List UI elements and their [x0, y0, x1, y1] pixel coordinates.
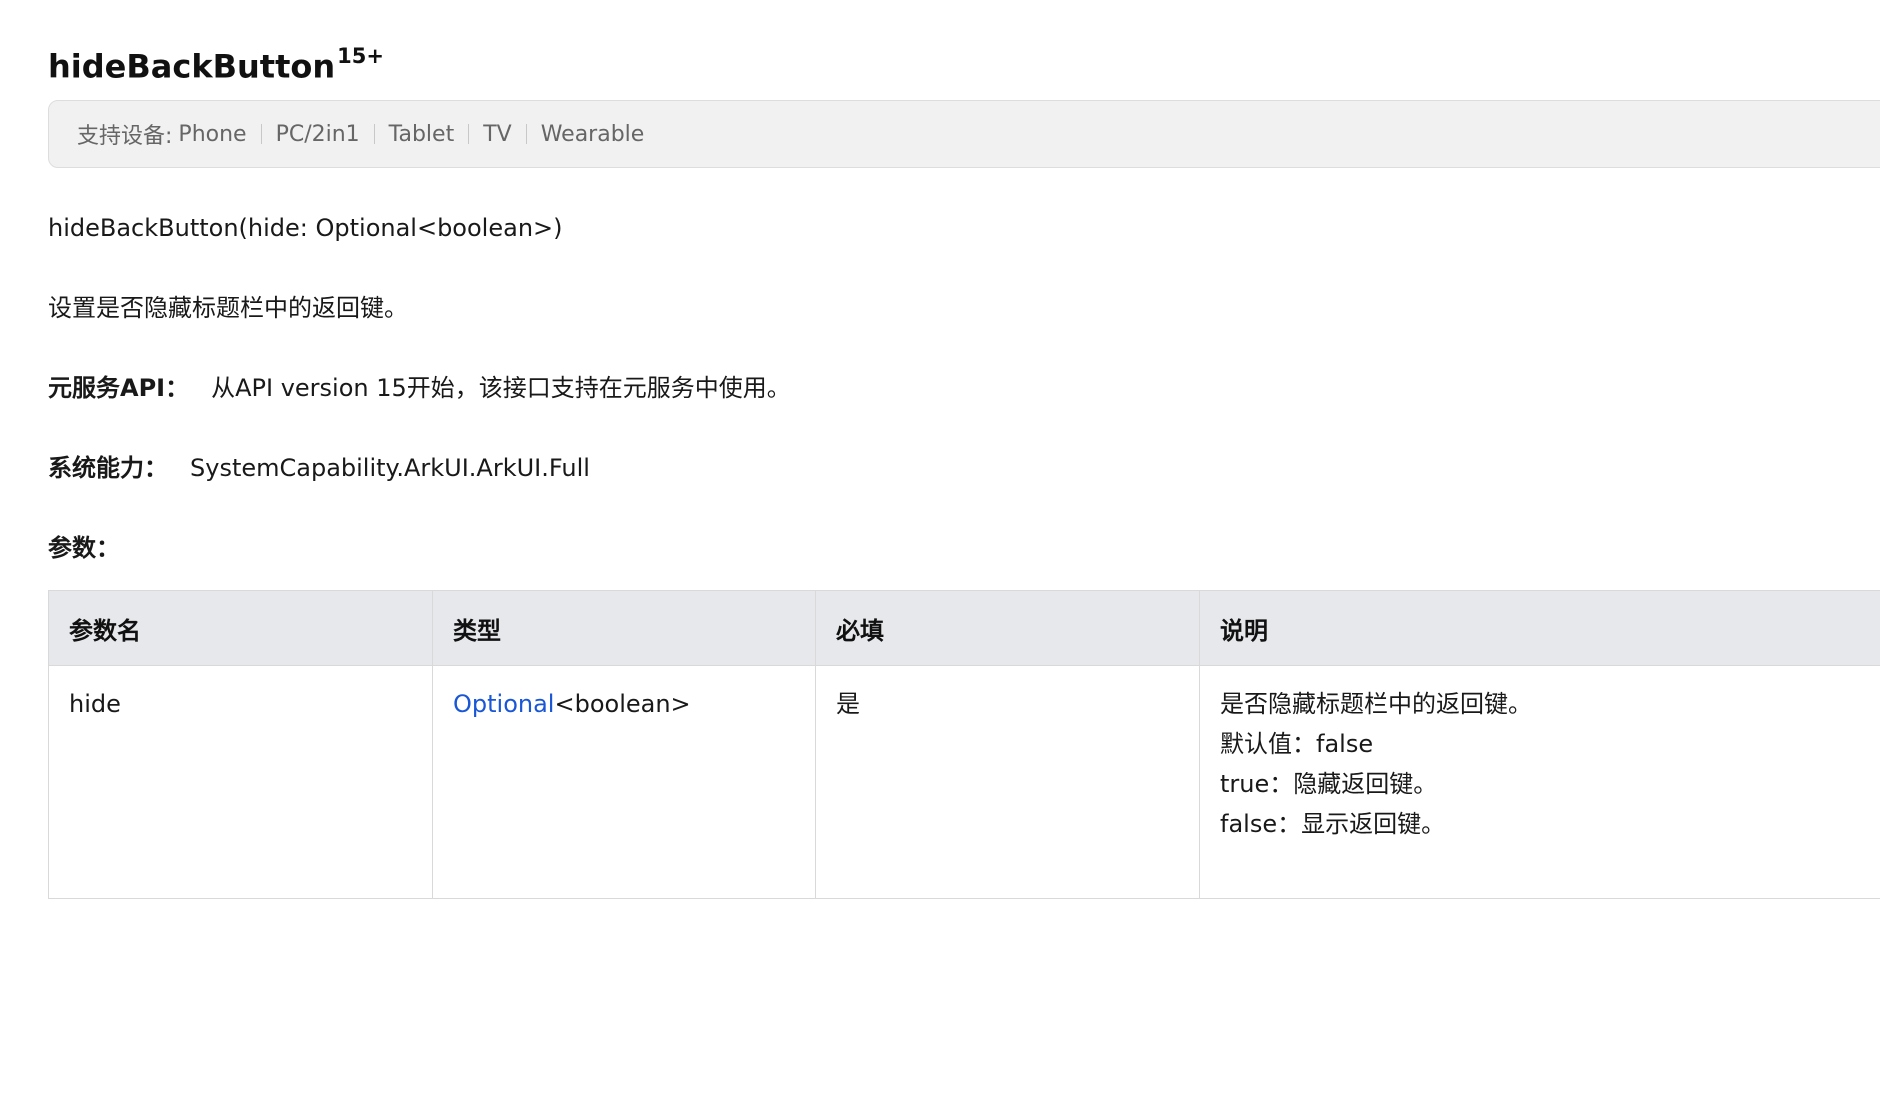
params-heading: 参数： — [48, 534, 120, 562]
devices-label: 支持设备: — [77, 124, 173, 149]
device-pc: PC/2in1 — [275, 121, 360, 147]
device-phone: Phone — [178, 121, 247, 147]
api-description: 设置是否隐藏标题栏中的返回键。 — [48, 294, 408, 322]
param-type-cell: Optional<boolean> — [432, 665, 816, 899]
table-header-row: 参数名 类型 必填 说明 — [48, 590, 1880, 666]
device-tablet: Tablet — [388, 121, 455, 147]
param-required-cell: 是 — [815, 665, 1200, 899]
atomic-service-value: 从API version 15开始，该接口支持在元服务中使用。 — [211, 374, 791, 402]
atomic-service-info: 元服务API： 从API version 15开始，该接口支持在元服务中使用。 — [48, 370, 791, 406]
api-name: hideBackButton — [48, 47, 336, 86]
header-description: 说明 — [1199, 590, 1880, 666]
param-description-cell: 是否隐藏标题栏中的返回键。 默认值：false true：隐藏返回键。 fals… — [1199, 665, 1880, 899]
api-signature: hideBackButton(hide: Optional<boolean>) — [48, 214, 563, 242]
param-true-line: true：隐藏返回键。 — [1220, 770, 1438, 798]
params-table: 参数名 类型 必填 说明 hide Optional<boolean> 是 是否… — [48, 590, 1880, 899]
param-false-line: false：显示返回键。 — [1220, 810, 1446, 838]
system-capability-label: 系统能力： — [48, 454, 168, 482]
type-generic-param: <boolean> — [554, 690, 691, 718]
system-capability-value: SystemCapability.ArkUI.ArkUI.Full — [190, 454, 590, 482]
atomic-service-label: 元服务API： — [48, 374, 190, 402]
param-name-cell: hide — [48, 665, 433, 899]
page-title: hideBackButton15+ — [48, 36, 384, 90]
header-type: 类型 — [432, 590, 816, 666]
device-separator — [373, 124, 375, 144]
device-separator — [525, 124, 527, 144]
device-tv: TV — [483, 121, 512, 147]
device-separator — [468, 124, 470, 144]
system-capability-info: 系统能力： SystemCapability.ArkUI.ArkUI.Full — [48, 450, 590, 486]
table-row: hide Optional<boolean> 是 是否隐藏标题栏中的返回键。 默… — [48, 665, 1880, 899]
version-badge: 15+ — [337, 44, 384, 68]
device-separator — [260, 124, 262, 144]
optional-type-link[interactable]: Optional — [453, 690, 554, 718]
header-required: 必填 — [815, 590, 1200, 666]
param-default-line: 默认值：false — [1220, 730, 1374, 758]
supported-devices-bar: 支持设备: Phone PC/2in1 Tablet TV Wearable — [48, 100, 1880, 168]
header-param-name: 参数名 — [48, 590, 433, 666]
param-desc-line: 是否隐藏标题栏中的返回键。 — [1220, 690, 1532, 718]
device-wearable: Wearable — [540, 121, 645, 147]
